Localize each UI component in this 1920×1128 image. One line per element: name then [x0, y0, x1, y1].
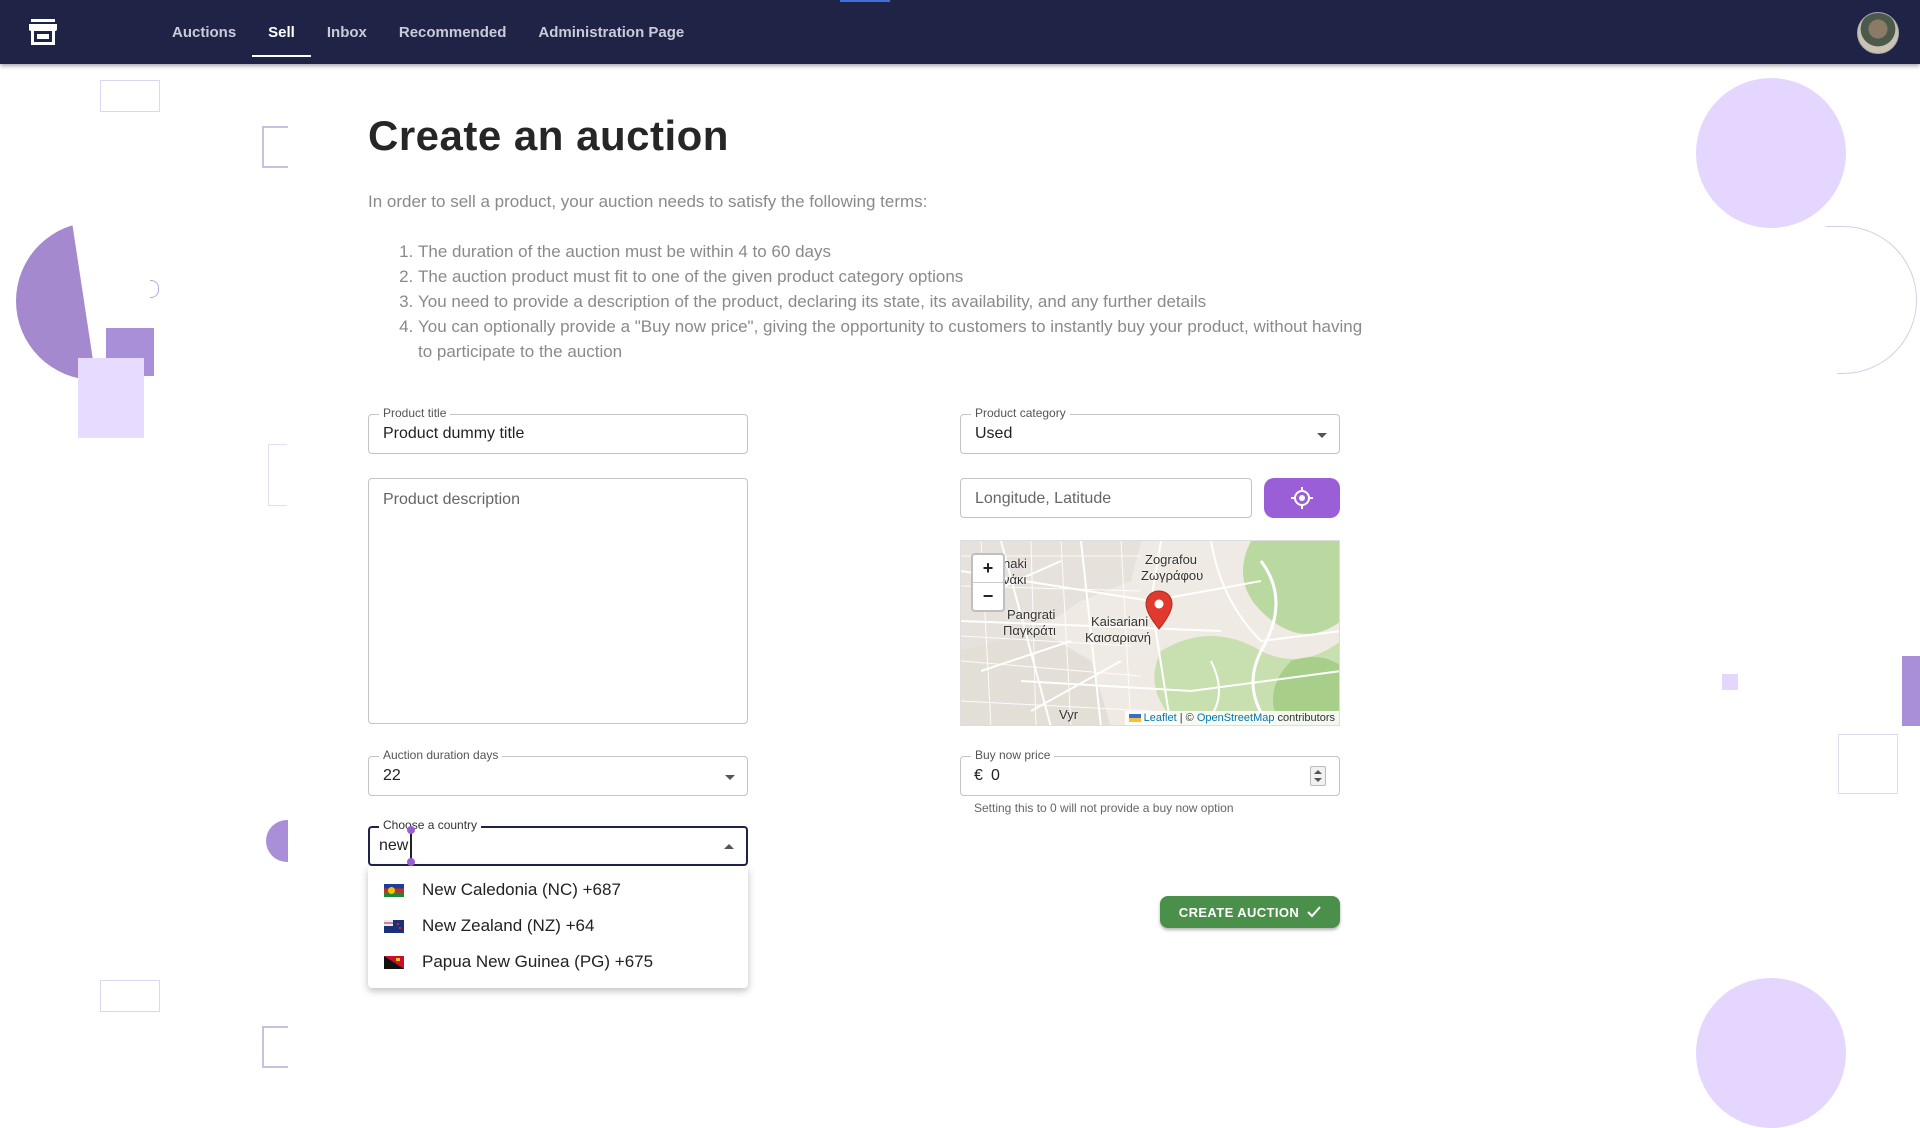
- decor-square-outline: [1838, 734, 1898, 794]
- country-option-new-zealand[interactable]: New Zealand (NZ) +64: [368, 908, 748, 944]
- decor-half-circle: [16, 222, 96, 380]
- map-label-pangrati: Pangrati: [1007, 607, 1056, 622]
- map-label-naki: naki: [1003, 556, 1027, 571]
- map-label-kaisariani-gr: Καισαριανή: [1085, 630, 1151, 645]
- product-title-value: Product dummy title: [383, 425, 525, 442]
- decor-circle: [1696, 78, 1846, 228]
- product-category-value: Used: [975, 425, 1013, 442]
- locate-me-button[interactable]: [1264, 478, 1340, 518]
- tab-auctions[interactable]: Auctions: [156, 0, 252, 64]
- decor-bracket: [268, 444, 287, 506]
- selection-handle-top: [407, 826, 415, 834]
- create-auction-label: CREATE AUCTION: [1178, 904, 1300, 920]
- my-location-icon: [1291, 487, 1313, 509]
- term-item: The auction product must fit to one of t…: [418, 264, 1378, 289]
- leaflet-link[interactable]: Leaflet: [1144, 712, 1177, 724]
- decor-square-lilac: [78, 358, 144, 438]
- number-spinner[interactable]: [1310, 766, 1326, 786]
- decor-bracket: [262, 126, 288, 168]
- tab-sell[interactable]: Sell: [252, 0, 311, 64]
- decor-arc: [1826, 226, 1917, 374]
- location-placeholder: Longitude, Latitude: [975, 490, 1112, 507]
- buy-now-helper-text: Setting this to 0 will not provide a buy…: [974, 801, 1234, 815]
- text-cursor: [410, 832, 412, 860]
- selection-handle-bottom: [407, 858, 415, 866]
- product-title-label: Product title: [379, 406, 451, 420]
- openstreetmap-link[interactable]: OpenStreetMap: [1197, 712, 1275, 724]
- main-nav: Auctions Sell Inbox Recommended Administ…: [156, 0, 700, 64]
- auction-duration-value: 22: [383, 767, 401, 784]
- decor-bar: [1902, 656, 1920, 726]
- top-app-bar: Auctions Sell Inbox Recommended Administ…: [0, 0, 1920, 64]
- map-label-naki-gr: νάκι: [1003, 572, 1027, 587]
- country-label: Choose a country: [379, 818, 482, 832]
- product-title-field[interactable]: Product title Product dummy title: [368, 406, 748, 454]
- decor-half-dot: [266, 820, 288, 862]
- decor-bracket: [262, 1026, 288, 1068]
- product-description-textarea[interactable]: Product description: [368, 478, 748, 724]
- intro-text: In order to sell a product, your auction…: [368, 192, 928, 211]
- term-item: You can optionally provide a "Buy now pr…: [418, 314, 1378, 364]
- auction-duration-label: Auction duration days: [379, 748, 503, 762]
- chevron-down-icon: [725, 775, 735, 780]
- tab-recommended[interactable]: Recommended: [383, 0, 523, 64]
- decor-small-d: [150, 280, 159, 298]
- chevron-up-icon[interactable]: [724, 844, 734, 849]
- terms-list: The duration of the auction must be with…: [368, 239, 1378, 364]
- user-avatar[interactable]: [1857, 12, 1899, 54]
- zoom-out-button[interactable]: −: [973, 582, 1003, 610]
- decor-rect-outline: [100, 80, 160, 112]
- map-pin-icon[interactable]: [1144, 590, 1174, 630]
- map-label-vyr: Vyr: [1059, 707, 1079, 722]
- flag-pg-icon: [384, 955, 404, 969]
- term-item: You need to provide a description of the…: [418, 289, 1378, 314]
- country-option-papua-new-guinea[interactable]: Papua New Guinea (PG) +675: [368, 944, 748, 980]
- tab-administration-page[interactable]: Administration Page: [522, 0, 700, 64]
- map-label-zografou: Zografou: [1145, 552, 1198, 567]
- check-icon: [1307, 906, 1321, 918]
- flag-nc-icon: [384, 883, 404, 897]
- map-zoom-control: + −: [971, 553, 1005, 612]
- product-description-placeholder: Product description: [383, 491, 520, 508]
- country-input-value: new: [379, 837, 409, 854]
- country-option-label: New Caledonia (NC) +687: [422, 880, 621, 899]
- auction-duration-select[interactable]: Auction duration days 22: [368, 748, 748, 796]
- zoom-in-button[interactable]: +: [973, 555, 1003, 582]
- decor-rect-outline: [100, 980, 160, 1012]
- country-autocomplete[interactable]: Choose a country new: [368, 818, 748, 866]
- create-auction-button[interactable]: CREATE AUCTION: [1160, 896, 1340, 928]
- flag-nz-icon: [384, 919, 404, 933]
- product-category-label: Product category: [971, 406, 1070, 420]
- buy-now-price-label: Buy now price: [971, 748, 1055, 762]
- country-options-list: New Caledonia (NC) +687 New Zealand (NZ)…: [368, 866, 748, 988]
- country-option-label: Papua New Guinea (PG) +675: [422, 952, 654, 971]
- location-input[interactable]: Longitude, Latitude: [960, 478, 1252, 518]
- ukraine-flag-icon: [1128, 714, 1141, 722]
- country-option-label: New Zealand (NZ) +64: [422, 916, 595, 935]
- location-map[interactable]: Zografou Ζωγράφου naki νάκι Pangrati Παγ…: [960, 540, 1340, 726]
- tab-inbox[interactable]: Inbox: [311, 0, 383, 64]
- chevron-down-icon: [1317, 433, 1327, 438]
- increment-icon: [1314, 770, 1322, 774]
- decor-circle: [1696, 978, 1846, 1128]
- loading-indicator: [840, 0, 890, 2]
- page-title: Create an auction: [368, 112, 729, 159]
- store-icon[interactable]: [28, 18, 58, 46]
- map-label-pangrati-gr: Παγκράτι: [1003, 623, 1056, 638]
- decrement-icon: [1314, 778, 1322, 782]
- attribution-separator: | ©: [1176, 712, 1197, 724]
- product-category-select[interactable]: Product category Used: [960, 406, 1340, 454]
- buy-now-price-field[interactable]: Buy now price € 0: [960, 748, 1340, 796]
- currency-symbol: €: [974, 767, 983, 784]
- term-item: The duration of the auction must be with…: [418, 239, 1378, 264]
- attribution-contributors: contributors: [1274, 712, 1335, 724]
- map-attribution: Leaflet | © OpenStreetMap contributors: [1124, 711, 1339, 725]
- map-label-kaisariani: Kaisariani: [1091, 614, 1149, 629]
- decor-small-square: [1722, 674, 1738, 690]
- country-option-new-caledonia[interactable]: New Caledonia (NC) +687: [368, 872, 748, 908]
- map-label-zografou-gr: Ζωγράφου: [1141, 568, 1204, 583]
- buy-now-price-value: 0: [991, 767, 1000, 784]
